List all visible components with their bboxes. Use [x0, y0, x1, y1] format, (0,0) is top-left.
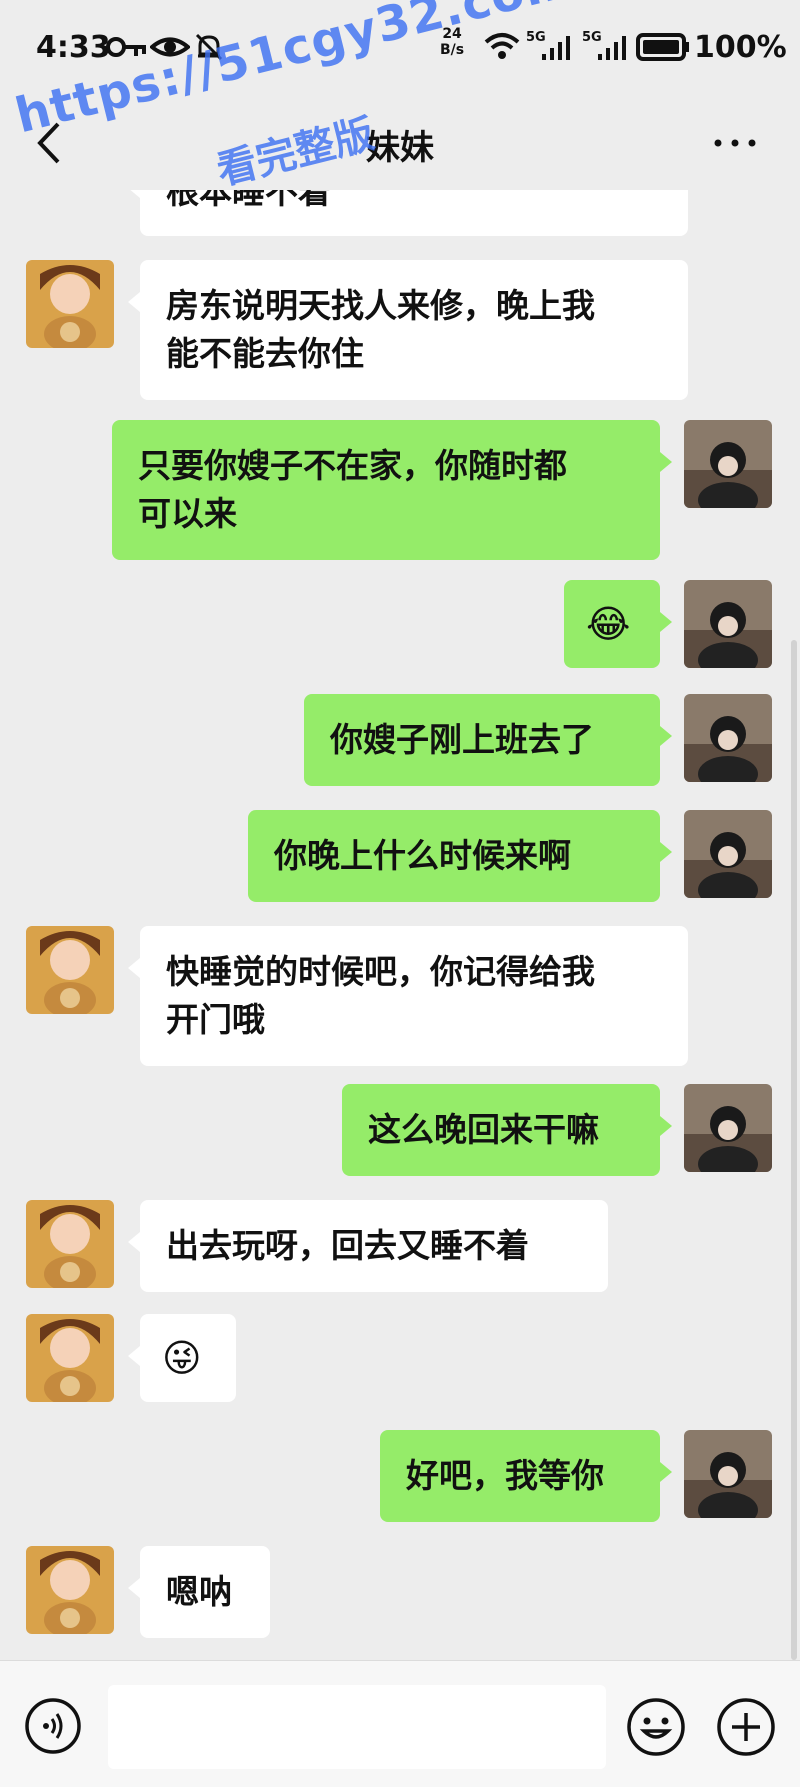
- message-text: 根本睡不着: [166, 190, 331, 211]
- contact-avatar[interactable]: [26, 1546, 114, 1634]
- my-avatar[interactable]: [684, 694, 772, 782]
- signal-bars-icon: [542, 36, 570, 60]
- voice-wave-icon: [43, 1713, 63, 1739]
- message-text: 你嫂子刚上班去了: [330, 720, 594, 759]
- more-options-button[interactable]: [710, 128, 760, 158]
- message-list[interactable]: 根本睡不着 房东说明天找人来修，晚上我 能不能去你住 只要你嫂子不在家，你随时都…: [0, 190, 800, 1660]
- contact-avatar[interactable]: [26, 1200, 114, 1288]
- message-incoming: 出去玩呀，回去又睡不着: [0, 1200, 800, 1292]
- message-outgoing: 这么晚回来干嘛: [0, 1084, 800, 1176]
- message-bubble[interactable]: 你嫂子刚上班去了: [304, 694, 672, 786]
- message-text: 好吧，我等你: [406, 1456, 604, 1495]
- message-text-line: 能不能去你住: [166, 334, 364, 373]
- battery-percent: 100%: [694, 30, 787, 65]
- winking-tongue-emoji: 😜: [162, 1336, 202, 1380]
- status-time: 4:33: [36, 30, 111, 65]
- more-dots-icon: [714, 139, 756, 147]
- my-avatar[interactable]: [684, 810, 772, 898]
- key-icon: [106, 37, 146, 57]
- more-functions-button[interactable]: [716, 1697, 776, 1757]
- message-text-line: 快睡觉的时候吧，你记得给我: [166, 952, 595, 991]
- message-incoming: 房东说明天找人来修，晚上我 能不能去你住: [0, 260, 800, 400]
- message-text-line: 只要你嫂子不在家，你随时都: [138, 446, 567, 485]
- message-text: 你晚上什么时候来啊: [274, 836, 571, 875]
- message-outgoing: 😂: [0, 580, 800, 670]
- voice-button[interactable]: [24, 1697, 82, 1755]
- message-outgoing: 只要你嫂子不在家，你随时都 可以来: [0, 420, 800, 560]
- message-bubble[interactable]: 出去玩呀，回去又睡不着: [128, 1200, 608, 1292]
- message-bubble[interactable]: 你晚上什么时候来啊: [248, 810, 672, 902]
- chat-title: 妹妹: [366, 128, 434, 168]
- smiley-icon: [627, 1698, 685, 1756]
- message-outgoing: 你嫂子刚上班去了: [0, 694, 800, 786]
- my-avatar[interactable]: [684, 580, 772, 668]
- signal-bars-icon: [598, 36, 626, 60]
- message-bubble[interactable]: 快睡觉的时候吧，你记得给我 开门哦: [128, 926, 688, 1066]
- message-outgoing: 好吧，我等你: [0, 1430, 800, 1522]
- mute-bell-icon: [195, 33, 223, 61]
- status-bar: 4:33 24 B/s 5G 5G 100%: [0, 0, 800, 100]
- message-text: 嗯呐: [166, 1572, 232, 1611]
- message-outgoing: 你晚上什么时候来啊: [0, 810, 800, 902]
- wifi-icon: [484, 33, 520, 59]
- message-bubble[interactable]: 😂: [564, 580, 672, 668]
- contact-avatar[interactable]: [26, 1314, 114, 1402]
- message-bubble[interactable]: 好吧，我等你: [380, 1430, 672, 1522]
- message-text: 出去玩呀，回去又睡不着: [166, 1226, 529, 1265]
- contact-avatar[interactable]: [26, 926, 114, 1014]
- message-incoming: 根本睡不着: [0, 190, 800, 236]
- message-incoming: 嗯呐: [0, 1546, 800, 1638]
- message-bubble[interactable]: 嗯呐: [128, 1546, 270, 1638]
- my-avatar[interactable]: [684, 1430, 772, 1518]
- net-speed-unit: B/s: [440, 42, 465, 58]
- battery-icon: [636, 33, 689, 61]
- chat-scrollbar[interactable]: [791, 640, 797, 1660]
- chat-header: 妹妹: [0, 100, 800, 190]
- my-avatar[interactable]: [684, 420, 772, 508]
- message-text-line: 开门哦: [166, 1000, 265, 1039]
- message-input[interactable]: [108, 1685, 606, 1769]
- message-bubble[interactable]: 只要你嫂子不在家，你随时都 可以来: [112, 420, 672, 560]
- message-text-line: 房东说明天找人来修，晚上我: [166, 286, 595, 325]
- my-avatar[interactable]: [684, 1084, 772, 1172]
- message-text: 这么晚回来干嘛: [368, 1110, 599, 1149]
- message-text-line: 可以来: [138, 494, 237, 533]
- message-bubble[interactable]: 😜: [128, 1314, 236, 1402]
- net-speed-value: 24: [442, 26, 462, 42]
- message-incoming: 快睡觉的时候吧，你记得给我 开门哦: [0, 926, 800, 1066]
- net-speed: 24 B/s: [440, 26, 464, 58]
- message-bubble[interactable]: 根本睡不着: [128, 190, 688, 236]
- laughing-tears-emoji: 😂: [586, 602, 631, 646]
- contact-avatar[interactable]: [26, 260, 114, 348]
- eye-icon: [150, 37, 190, 57]
- input-bar: [0, 1660, 800, 1787]
- message-incoming: 😜: [0, 1314, 800, 1404]
- plus-icon: [717, 1698, 775, 1756]
- emoji-button[interactable]: [626, 1697, 686, 1757]
- message-bubble[interactable]: 房东说明天找人来修，晚上我 能不能去你住: [128, 260, 688, 400]
- message-bubble[interactable]: 这么晚回来干嘛: [342, 1084, 672, 1176]
